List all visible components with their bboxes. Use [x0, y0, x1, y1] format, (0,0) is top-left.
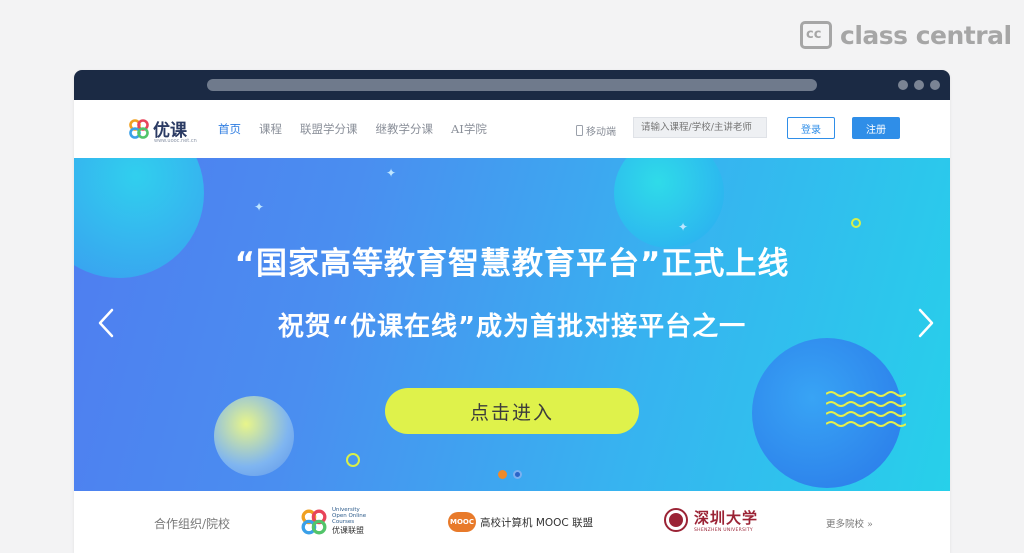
class-central-watermark: cc class central	[800, 18, 1012, 52]
szu-seal-icon	[664, 508, 688, 532]
szu-chinese-name: 深圳大学	[694, 509, 759, 527]
chevron-left-icon[interactable]	[96, 308, 116, 338]
mobile-link[interactable]: 移动端	[576, 123, 616, 138]
partner-mooc-logo[interactable]: MOOC 高校计算机 MOOC 联盟	[448, 512, 593, 532]
carousel-dot-active[interactable]	[498, 470, 507, 479]
nav-item-continuing-credit[interactable]: 继教学分课	[376, 121, 434, 137]
sparkle-icon: ✦	[254, 200, 265, 214]
uooc-logo-icon	[129, 118, 149, 139]
carousel-pager	[498, 470, 522, 479]
browser-titlebar	[74, 70, 950, 100]
nav-item-home[interactable]: 首页	[218, 121, 241, 137]
window-control-dot[interactable]	[930, 80, 940, 90]
class-central-brand-text: class central	[840, 20, 1012, 50]
banner-headline: “国家高等教育智慧教育平台”正式上线	[234, 246, 790, 282]
class-central-logo-icon: cc	[800, 21, 832, 49]
sparkle-icon: ✦	[678, 220, 689, 234]
search-input[interactable]	[633, 117, 767, 138]
uooc-english-name: University Open Online Courses	[332, 507, 367, 525]
address-bar[interactable]	[207, 79, 817, 91]
enter-button[interactable]: 点击进入	[385, 388, 639, 434]
nav-item-courses[interactable]: 课程	[259, 121, 282, 137]
sparkle-icon: ✦	[386, 166, 397, 180]
szu-english-name: SHENZHEN UNIVERSITY	[694, 528, 753, 533]
uooc-chinese-name: 优课联盟	[332, 526, 364, 535]
decor-circle	[214, 396, 294, 476]
login-button[interactable]: 登录	[787, 117, 835, 139]
partners-bar: 合作组织/院校 University Open Online Courses 优…	[74, 491, 950, 553]
chevron-right-icon[interactable]	[916, 308, 936, 338]
nav-item-alliance-credit[interactable]: 联盟学分课	[300, 121, 358, 137]
site-logo[interactable]: 优课 www.uooc.net.cn	[128, 116, 197, 144]
banner-subheadline: 祝贺“优课在线”成为首批对接平台之一	[277, 312, 747, 342]
uooc-alliance-logo-icon	[301, 509, 327, 534]
mooc-alliance-name: 高校计算机 MOOC 联盟	[480, 516, 594, 529]
partner-uooc-logo[interactable]: University Open Online Courses 优课联盟	[300, 507, 372, 536]
phone-icon	[576, 125, 583, 136]
class-central-badge-text: cc	[806, 27, 822, 42]
partner-szu-logo[interactable]: 深圳大学 SHENZHEN UNIVERSITY	[664, 507, 758, 533]
window-control-dot[interactable]	[914, 80, 924, 90]
register-button[interactable]: 注册	[852, 117, 900, 139]
mooc-badge-icon: MOOC	[448, 512, 476, 532]
decor-ring	[851, 218, 861, 228]
partners-label: 合作组织/院校	[154, 517, 231, 531]
window-control-dot[interactable]	[898, 80, 908, 90]
main-nav: 首页 课程 联盟学分课 继教学分课 AI学院	[218, 121, 505, 137]
decor-wave-icon	[826, 391, 906, 427]
decor-circle	[614, 158, 724, 248]
mobile-label: 移动端	[586, 127, 616, 138]
carousel-dot[interactable]	[513, 470, 522, 479]
browser-window: 优课 www.uooc.net.cn 首页 课程 联盟学分课 继教学分课 AI学…	[74, 70, 950, 553]
logo-subtext: www.uooc.net.cn	[154, 138, 197, 144]
more-schools-link[interactable]: 更多院校 »	[826, 516, 873, 530]
site-header: 优课 www.uooc.net.cn 首页 课程 联盟学分课 继教学分课 AI学…	[74, 100, 950, 158]
window-controls	[898, 80, 940, 90]
decor-ring	[346, 453, 360, 467]
nav-item-ai-academy[interactable]: AI学院	[451, 121, 487, 137]
hero-banner[interactable]: ✦ ✦ ✦ “国家高等教育智慧教育平台”正式上线 祝贺“优课在线”成为首批对接平…	[74, 158, 950, 491]
